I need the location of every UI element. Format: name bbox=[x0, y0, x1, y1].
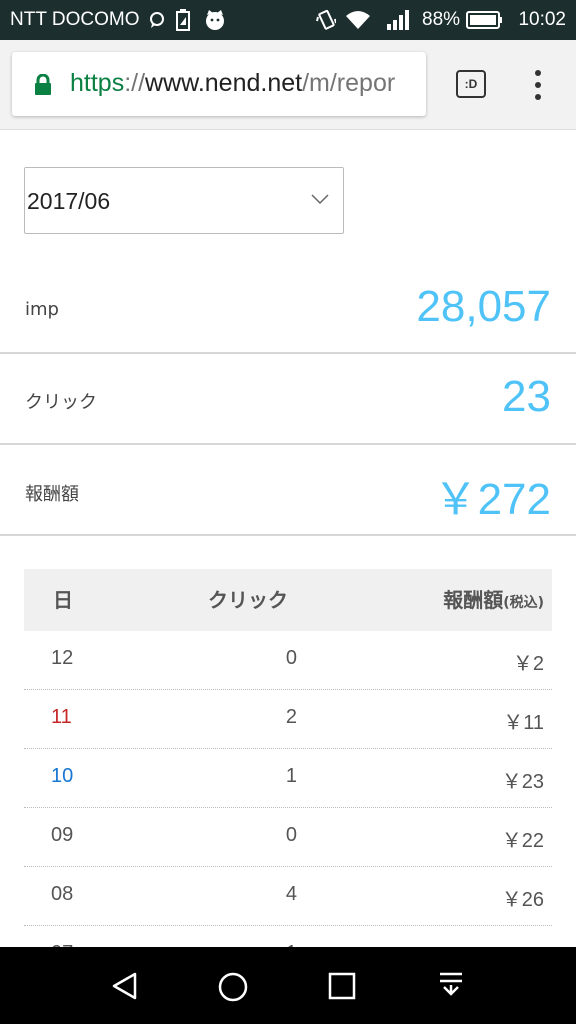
cell-click: 0 bbox=[285, 824, 297, 846]
chat-bubble-icon bbox=[150, 12, 164, 28]
table-row: 11 2 ￥11 bbox=[24, 690, 552, 749]
cell-click: 2 bbox=[285, 706, 297, 728]
month-select-value: 2017/06 bbox=[27, 188, 111, 214]
back-icon[interactable] bbox=[111, 972, 139, 1000]
notification-pulldown-icon[interactable] bbox=[438, 971, 464, 1001]
recents-icon[interactable] bbox=[328, 972, 356, 1000]
battery-icon bbox=[466, 11, 502, 29]
header-revenue-label: 報酬額 bbox=[443, 588, 504, 612]
url-host: www.nend.net bbox=[145, 69, 303, 97]
stat-row-imp: imp 28,057 bbox=[0, 264, 576, 354]
header-day: 日 bbox=[53, 588, 73, 612]
cell-day: 08 bbox=[51, 883, 74, 905]
header-click: クリック bbox=[208, 588, 288, 612]
cell-day: 11 bbox=[51, 706, 72, 728]
signal-icon bbox=[387, 10, 409, 30]
home-icon[interactable] bbox=[217, 971, 249, 1003]
vibrate-icon bbox=[316, 9, 336, 30]
stat-row-click: クリック 23 bbox=[0, 355, 576, 445]
browser-toolbar: https://www.nend.net/m/repor :D bbox=[0, 40, 576, 130]
table-body: 12 0 ￥2 11 2 ￥11 10 1 ￥23 09 0 ￥22 08 4 ￥26 071￥27 bbox=[24, 631, 552, 947]
overflow-menu-icon[interactable] bbox=[530, 70, 546, 100]
table-header: 日 クリック 報酬額(税込) bbox=[24, 569, 552, 631]
cat-face-icon bbox=[206, 10, 224, 30]
table-row: 12 0 ￥2 bbox=[24, 631, 552, 690]
cell-day: 09 bbox=[51, 824, 74, 846]
wifi-icon bbox=[346, 11, 370, 29]
url-text: https://www.nend.net/m/repor bbox=[70, 69, 395, 98]
table-row: 09 0 ￥22 bbox=[24, 808, 552, 867]
android-nav-bar bbox=[0, 947, 576, 1024]
cell-day: 12 bbox=[51, 647, 74, 669]
cell-click: 4 bbox=[285, 883, 297, 905]
battery-percent: 88% bbox=[422, 9, 461, 30]
url-scheme: https bbox=[70, 69, 125, 97]
stat-value: 28,057 bbox=[416, 282, 551, 331]
stat-value: ￥272 bbox=[433, 475, 551, 524]
stat-value: 23 bbox=[502, 372, 551, 421]
clock: 10:02 bbox=[518, 9, 566, 30]
month-select[interactable]: 2017/06 bbox=[24, 167, 344, 234]
cell-revenue: ￥23 bbox=[501, 771, 544, 793]
cell-revenue: ￥11 bbox=[503, 712, 544, 734]
stat-label: imp bbox=[25, 299, 59, 320]
table-row: 08 4 ￥26 bbox=[24, 867, 552, 926]
url-separator: :// bbox=[124, 69, 146, 97]
cell-click: 1 bbox=[285, 765, 297, 787]
table-row: 10 1 ￥23 bbox=[24, 749, 552, 808]
cell-revenue: ￥22 bbox=[501, 830, 544, 852]
lock-icon bbox=[35, 74, 51, 95]
header-revenue-note: (税込) bbox=[503, 595, 544, 611]
report-content: 2017/06 imp 28,057 クリック 23 報酬額 ￥272 日 クリ… bbox=[0, 131, 576, 947]
status-bar: NTT DOCOMO 88% 10:02 bbox=[0, 0, 576, 40]
tab-switcher-button[interactable]: :D bbox=[456, 70, 486, 98]
address-bar[interactable]: https://www.nend.net/m/repor bbox=[12, 52, 426, 116]
cell-revenue: ￥2 bbox=[512, 653, 544, 675]
daily-report-table: 日 クリック 報酬額(税込) 12 0 ￥2 11 2 ￥11 10 1 ￥23 09 0 ￥22 08… bbox=[24, 569, 552, 947]
cell-click: 0 bbox=[285, 647, 297, 669]
cell-day: 10 bbox=[51, 765, 74, 787]
chevron-down-icon bbox=[311, 194, 329, 205]
url-path: /m/repor bbox=[302, 69, 396, 97]
battery-alert-icon bbox=[176, 9, 190, 31]
stat-label: クリック bbox=[25, 392, 97, 413]
table-row: 071￥27 bbox=[24, 926, 552, 947]
cell-revenue: ￥26 bbox=[501, 889, 544, 911]
carrier-name: NTT DOCOMO bbox=[10, 9, 140, 30]
header-revenue: 報酬額(税込) bbox=[443, 584, 544, 613]
stat-label: 報酬額 bbox=[25, 484, 79, 505]
stat-row-revenue: 報酬額 ￥272 bbox=[0, 446, 576, 536]
